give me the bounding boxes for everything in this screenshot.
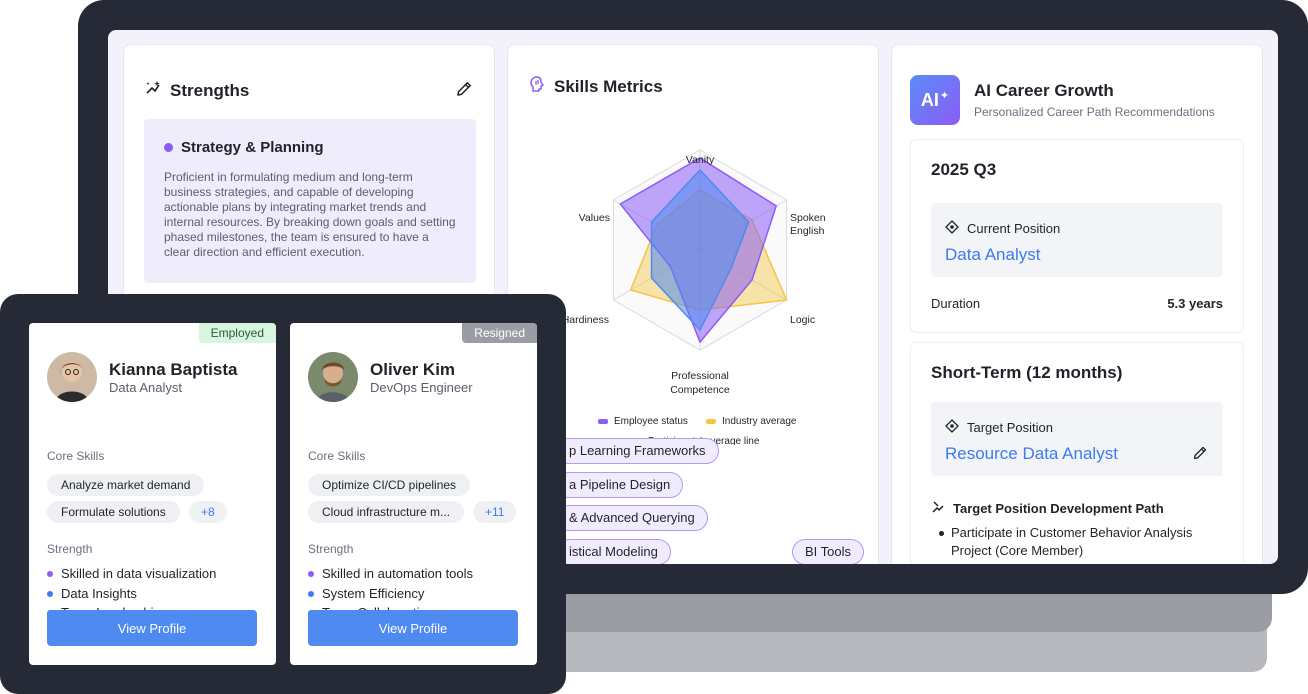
view-profile-button[interactable]: View Profile — [308, 610, 518, 646]
axis-label-spoken-english-2: English — [790, 225, 825, 237]
strength-item-text: Skilled in automation tools — [322, 566, 474, 581]
strength-item-text: System Efficiency — [322, 586, 425, 601]
career-subtitle: Personalized Career Path Recommendations — [974, 105, 1215, 119]
strength-item-text: Data Insights — [61, 586, 137, 601]
current-position-label: Current Position — [945, 220, 1060, 237]
more-skills-chip[interactable]: +8 — [189, 501, 227, 523]
career-title: AI Career Growth — [974, 81, 1114, 100]
ai-logo-text: AI — [920, 89, 939, 110]
duration-label: Duration — [931, 296, 981, 311]
current-position-box: Current Position Data Analyst — [931, 203, 1223, 277]
employee-role: Data Analyst — [109, 380, 182, 395]
strength-item: Data Insights — [47, 586, 137, 601]
core-skills-label: Core Skills — [308, 449, 366, 463]
skill-chip: Formulate solutions — [47, 501, 180, 523]
core-skills-label: Core Skills — [47, 449, 105, 463]
radar-chart: Vanity Spoken English Logic Professional… — [528, 125, 858, 447]
strength-item: Skilled in data visualization — [47, 566, 216, 581]
bullet-icon — [308, 590, 314, 597]
more-skills-chip[interactable]: +11 — [473, 501, 517, 523]
axis-label-hardiness: Hardiness — [562, 314, 609, 326]
axis-label-spoken-english-1: Spoken — [790, 212, 826, 224]
q3-card: 2025 Q3 Current Position Data Analyst Du… — [910, 139, 1244, 333]
strength-item-description: Proficient in formulating medium and lon… — [164, 170, 456, 259]
short-term-heading: Short-Term (12 months) — [931, 363, 1123, 382]
legend-swatch-industry-average — [706, 419, 716, 424]
sparkle-icon — [144, 79, 162, 102]
short-term-card: Short-Term (12 months) Target Position R… — [910, 342, 1244, 564]
view-profile-button[interactable]: View Profile — [47, 610, 257, 646]
pencil-icon[interactable] — [454, 79, 474, 99]
employee-name: Kianna Baptista — [109, 360, 238, 379]
skills-metrics-title: Skills Metrics — [554, 76, 663, 96]
skill-tag[interactable]: & Advanced Querying — [556, 505, 708, 531]
axis-label-values: Values — [579, 212, 610, 224]
target-position-label: Target Position — [945, 419, 1053, 436]
strength-item: Strategy & Planning Proficient in formul… — [144, 119, 476, 283]
purple-dot-icon — [164, 143, 173, 152]
strength-item: Skilled in automation tools — [308, 566, 473, 581]
axis-label-logic: Logic — [790, 314, 815, 326]
strength-item-title-text: Strategy & Planning — [181, 139, 324, 156]
legend-employee-status: Employee status — [614, 416, 688, 427]
development-path-title-text: Target Position Development Path — [953, 501, 1164, 516]
strength-item-text: Skilled in data visualization — [61, 566, 217, 581]
target-position-label-text: Target Position — [967, 420, 1053, 435]
skill-chip: Cloud infrastructure m... — [308, 501, 465, 523]
legend-swatch-employee-status — [598, 419, 608, 424]
avatar — [47, 352, 97, 402]
sparkle-icon: ✦ — [939, 89, 950, 102]
path-icon — [931, 500, 945, 517]
skill-chip: Optimize CI/CD pipelines — [308, 474, 471, 496]
target-position-value: Resource Data Analyst — [945, 444, 1118, 463]
employee-card: Employed Kianna Baptista Data Analyst Co… — [29, 323, 276, 665]
employee-role: DevOps Engineer — [370, 380, 473, 395]
strength-item: System Efficiency — [308, 586, 424, 601]
legend-industry-average: Industry average — [722, 416, 797, 427]
current-position-label-text: Current Position — [967, 221, 1061, 236]
strengths-title: Strengths — [170, 80, 250, 100]
current-position-value: Data Analyst — [945, 245, 1041, 264]
target-icon — [945, 220, 959, 237]
skill-tag[interactable]: BI Tools — [792, 539, 865, 564]
skill-tag[interactable]: istical Modeling — [556, 539, 671, 564]
development-path-item: Participate in Customer Behavior Analysi… — [939, 524, 1229, 560]
employee-name: Oliver Kim — [370, 360, 456, 379]
strength-label: Strength — [47, 542, 93, 556]
pencil-icon[interactable] — [1191, 444, 1209, 467]
bullet-icon — [308, 570, 314, 577]
brain-icon — [528, 75, 546, 98]
skill-chip: Analyze market demand — [47, 474, 205, 496]
radar-chart-svg: Vanity Spoken English Logic Professional… — [562, 149, 826, 447]
strengths-header: Strengths — [144, 79, 474, 102]
axis-label-professional-competence-2: Competence — [670, 384, 730, 396]
axis-label-vanity: Vanity — [686, 154, 715, 166]
employee-card: Resigned Oliver Kim DevOps Engineer Core… — [290, 323, 537, 665]
avatar — [308, 352, 358, 402]
target-position-box: Target Position Resource Data Analyst — [931, 402, 1223, 476]
ai-career-panel: AI ✦ AI Career Growth Personalized Career… — [891, 44, 1263, 564]
bullet-icon — [47, 590, 53, 597]
status-badge: Employed — [198, 323, 276, 343]
q3-heading: 2025 Q3 — [931, 160, 997, 179]
strength-item-title: Strategy & Planning — [164, 139, 456, 156]
skills-metrics-header: Skills Metrics — [528, 75, 663, 98]
duration-value: 5.3 years — [1167, 296, 1223, 311]
bullet-icon — [47, 570, 53, 577]
strength-label: Strength — [308, 542, 354, 556]
skill-tag[interactable]: a Pipeline Design — [556, 472, 684, 498]
target-icon — [945, 419, 959, 436]
status-badge: Resigned — [462, 323, 537, 343]
ai-logo: AI ✦ — [910, 75, 960, 125]
employee-cards-overlay: Employed Kianna Baptista Data Analyst Co… — [0, 294, 566, 694]
axis-label-professional-competence-1: Professional — [671, 370, 729, 382]
development-path-title: Target Position Development Path — [931, 500, 1164, 517]
skill-tag[interactable]: p Learning Frameworks — [556, 438, 719, 464]
